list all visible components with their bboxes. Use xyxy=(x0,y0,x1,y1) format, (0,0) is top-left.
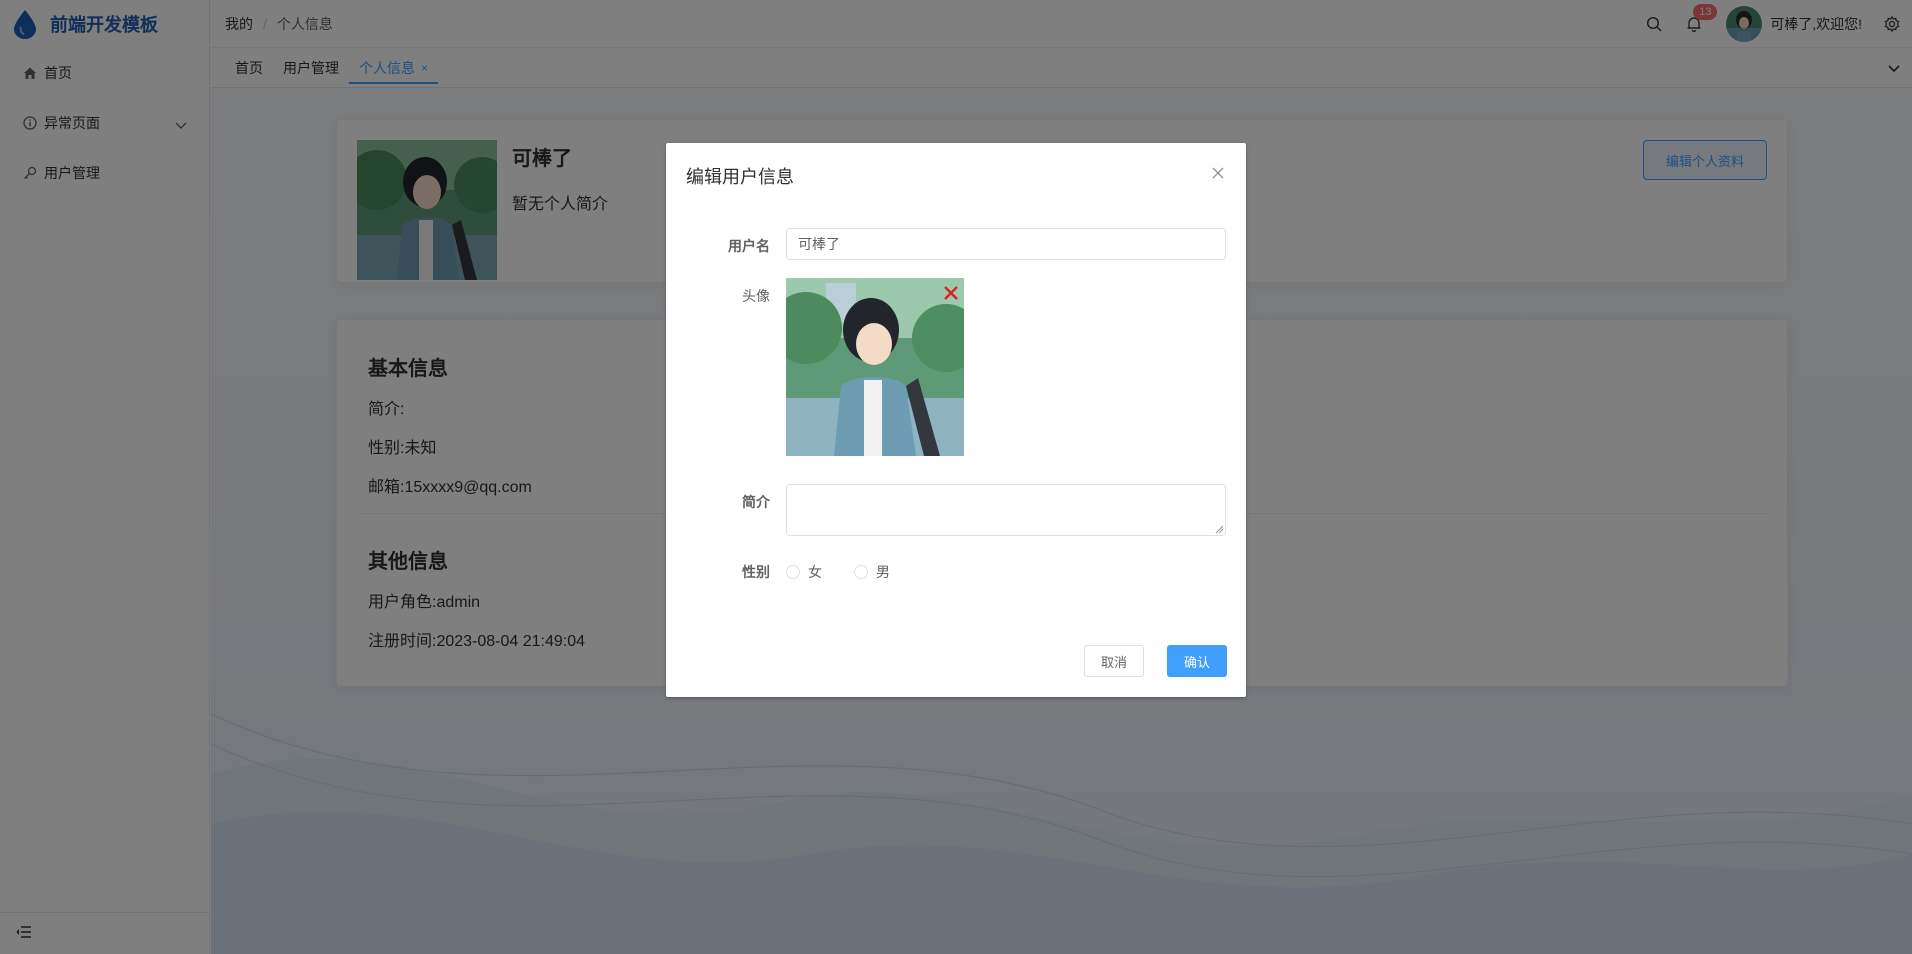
radio-button[interactable] xyxy=(786,565,800,579)
radio-label: 女 xyxy=(808,564,822,580)
confirm-button[interactable]: 确认 xyxy=(1167,645,1227,677)
avatar-label: 头像 xyxy=(742,288,770,304)
radio-label: 男 xyxy=(876,564,890,580)
cancel-button[interactable]: 取消 xyxy=(1084,645,1144,677)
resize-grip-icon xyxy=(1215,525,1223,533)
gender-label: 性别 xyxy=(742,564,770,580)
username-input[interactable]: 可棒了 xyxy=(786,228,1226,260)
gender-radio-female[interactable]: 女 xyxy=(786,562,822,582)
close-icon[interactable] xyxy=(1210,165,1226,181)
radio-button[interactable] xyxy=(854,565,868,579)
avatar-upload[interactable] xyxy=(786,278,964,456)
edit-user-dialog: 编辑用户信息 用户名 可棒了 头像 简介 性别 女 男 取消 确认 xyxy=(666,143,1246,697)
gender-radio-male[interactable]: 男 xyxy=(854,562,890,582)
remove-avatar-icon[interactable] xyxy=(942,284,960,302)
bio-label: 简介 xyxy=(742,494,770,510)
username-label: 用户名 xyxy=(728,238,770,254)
bio-textarea[interactable] xyxy=(786,484,1226,536)
dialog-title: 编辑用户信息 xyxy=(686,167,794,187)
